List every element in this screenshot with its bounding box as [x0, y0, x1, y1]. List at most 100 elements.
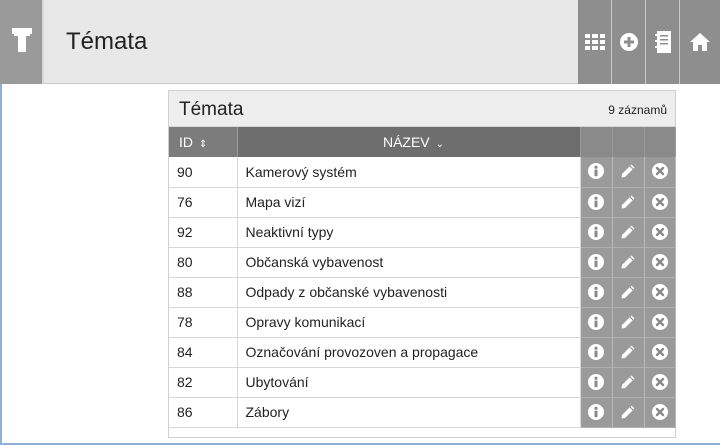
table-row[interactable]: 76 Mapa vizí [169, 187, 676, 218]
header-toolbar [578, 0, 720, 84]
panel-title: Témata [179, 99, 244, 120]
table-row[interactable]: 82 Ubytování [169, 367, 676, 398]
info-button[interactable] [586, 192, 606, 212]
edit-button[interactable] [618, 372, 638, 392]
column-label-name: NÁZEV [382, 134, 430, 150]
cell-id: 76 [169, 187, 238, 218]
column-header-name[interactable]: NÁZEV ⌄ [237, 127, 581, 157]
cell-id: 92 [169, 217, 238, 248]
info-button[interactable] [586, 252, 606, 272]
info-button[interactable] [586, 342, 606, 362]
close-circle-icon [651, 283, 668, 300]
pencil-icon [621, 195, 635, 208]
info-button[interactable] [586, 372, 606, 392]
column-header-delete [644, 127, 676, 157]
cell-id: 84 [169, 337, 238, 368]
notebook-button[interactable] [646, 0, 680, 84]
topics-table: ID ⇕ NÁZEV ⌄ 90 Kamerový systém 76 Mapa … [169, 127, 676, 428]
panel-header: Témata 9 záznamů [169, 91, 675, 127]
table-row[interactable]: 78 Opravy komunikací [169, 307, 676, 338]
edit-button[interactable] [618, 342, 638, 362]
cell-id: 88 [169, 277, 238, 308]
table-row[interactable]: 88 Odpady z občanské vybavenosti [169, 277, 676, 308]
cell-name: Označování provozoven a propagace [237, 337, 581, 368]
info-icon [588, 373, 604, 390]
info-button[interactable] [586, 402, 606, 422]
info-icon [588, 403, 604, 420]
pencil-icon [621, 375, 635, 388]
table-row[interactable]: 90 Kamerový systém [169, 157, 676, 188]
cell-id: 78 [169, 307, 238, 338]
info-icon [588, 163, 604, 180]
cell-name: Kamerový systém [237, 157, 581, 188]
column-header-info [580, 127, 613, 157]
close-circle-icon [651, 193, 668, 210]
delete-button[interactable] [650, 161, 670, 181]
cell-id: 82 [169, 367, 238, 398]
topics-panel: Témata 9 záznamů ID ⇕ NÁZEV ⌄ 90 Kamerov… [168, 90, 676, 438]
delete-button[interactable] [650, 372, 670, 392]
edit-button[interactable] [618, 312, 638, 332]
info-button[interactable] [586, 222, 606, 242]
delete-button[interactable] [650, 312, 670, 332]
cell-id: 86 [169, 397, 238, 428]
info-icon [588, 283, 604, 300]
edit-button[interactable] [618, 161, 638, 181]
info-button[interactable] [586, 312, 606, 332]
info-icon [588, 313, 604, 330]
cell-name: Odpady z občanské vybavenosti [237, 277, 581, 308]
column-header-id[interactable]: ID ⇕ [169, 127, 238, 157]
close-circle-icon [651, 313, 668, 330]
edit-button[interactable] [618, 282, 638, 302]
delete-button[interactable] [650, 252, 670, 272]
app-logo [0, 0, 44, 84]
delete-button[interactable] [650, 222, 670, 242]
pencil-icon [621, 285, 635, 298]
info-icon [588, 223, 604, 240]
pencil-icon [621, 345, 635, 358]
table-row[interactable]: 86 Zábory [169, 397, 676, 428]
cell-name: Mapa vizí [237, 187, 581, 218]
delete-button[interactable] [650, 402, 670, 422]
column-label-id: ID [179, 134, 193, 150]
close-circle-icon [651, 403, 668, 420]
page-title: Témata [66, 28, 148, 55]
home-icon [689, 33, 710, 51]
pencil-icon [621, 255, 635, 268]
table-row[interactable]: 84 Označování provozoven a propagace [169, 337, 676, 368]
cell-name: Občanská vybavenost [237, 247, 581, 278]
cell-name: Zábory [237, 397, 581, 428]
table-row[interactable]: 80 Občanská vybavenost [169, 247, 676, 278]
edit-button[interactable] [618, 252, 638, 272]
close-circle-icon [651, 373, 668, 390]
record-count: 9 záznamů [608, 103, 667, 117]
cell-id: 90 [169, 157, 238, 188]
edit-button[interactable] [618, 192, 638, 212]
sort-desc-icon: ⌄ [435, 139, 445, 150]
cell-name: Ubytování [237, 367, 581, 398]
app-header: Témata [0, 0, 720, 84]
add-button[interactable] [612, 0, 646, 84]
close-circle-icon [651, 253, 668, 270]
close-circle-icon [651, 343, 668, 360]
info-icon [588, 343, 604, 360]
home-button[interactable] [680, 0, 719, 84]
delete-button[interactable] [650, 342, 670, 362]
grid-icon [584, 34, 605, 50]
table-row[interactable]: 92 Neaktivní typy [169, 217, 676, 248]
pencil-icon [621, 164, 635, 178]
info-button[interactable] [586, 282, 606, 302]
add-circle-icon [619, 33, 638, 51]
edit-button[interactable] [618, 222, 638, 242]
t-shape-logo-icon [12, 28, 32, 52]
grid-view-button[interactable] [578, 0, 612, 84]
notebook-icon [654, 31, 671, 53]
sort-both-icon: ⇕ [199, 139, 208, 150]
edit-button[interactable] [618, 402, 638, 422]
pencil-icon [621, 225, 635, 238]
close-circle-icon [651, 223, 668, 240]
delete-button[interactable] [650, 282, 670, 302]
info-icon [588, 253, 604, 270]
delete-button[interactable] [650, 192, 670, 212]
info-button[interactable] [586, 161, 606, 181]
